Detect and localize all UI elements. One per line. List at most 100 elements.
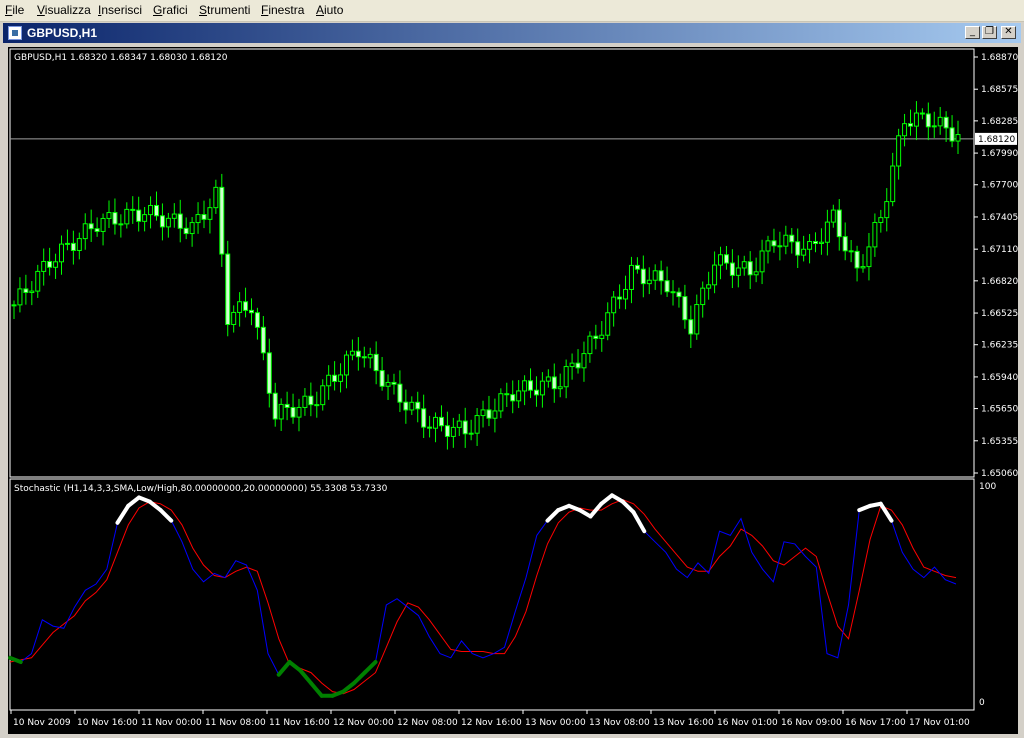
- candle-body: [349, 350, 355, 356]
- candle-body: [860, 266, 866, 269]
- candle-body: [213, 186, 219, 209]
- candle-body: [729, 262, 735, 276]
- candle-body: [433, 416, 439, 429]
- candle-body: [278, 403, 284, 420]
- candle-body: [248, 309, 254, 314]
- candle-body: [124, 208, 130, 225]
- candle-body: [88, 223, 94, 230]
- candle-body: [444, 425, 450, 437]
- candle-body: [70, 242, 76, 251]
- candle-body: [243, 301, 249, 311]
- candle-body: [29, 290, 35, 294]
- candle-body: [771, 240, 777, 247]
- candle-body: [219, 186, 225, 255]
- chart-window: GBPUSD,H1 _ ❐ ✕ GBPUSD,H1 1.68320 1.6834…: [0, 23, 1024, 734]
- chart-area[interactable]: GBPUSD,H1 1.68320 1.68347 1.68030 1.6812…: [8, 47, 1018, 734]
- candle-body: [492, 410, 498, 419]
- indicator-scale-max: 100: [979, 482, 996, 492]
- candle-body: [836, 209, 842, 238]
- time-label: 12 Nov 08:00: [397, 718, 458, 728]
- menu-file[interactable]: File: [5, 3, 24, 17]
- candle-body: [818, 241, 824, 244]
- price-label: 1.68870: [981, 53, 1018, 63]
- candle-body: [17, 288, 23, 306]
- candle-body: [290, 406, 296, 418]
- candle-body: [510, 394, 516, 402]
- time-label: 11 Nov 08:00: [205, 718, 266, 728]
- window-titlebar[interactable]: GBPUSD,H1 _ ❐ ✕: [3, 23, 1021, 43]
- restore-icon[interactable]: ❐: [982, 26, 997, 39]
- candle-body: [468, 432, 474, 435]
- candle-body: [640, 268, 646, 285]
- menu-visualizza[interactable]: Visualizza: [37, 3, 91, 17]
- current-price-label: 1.68120: [978, 135, 1015, 145]
- candle-body: [955, 134, 961, 142]
- candle-body: [438, 416, 444, 427]
- candle-body: [646, 279, 652, 285]
- candle-body: [783, 234, 789, 247]
- candle-body: [314, 404, 320, 407]
- candle-body: [159, 215, 165, 228]
- price-label: 1.67405: [981, 213, 1018, 223]
- time-label: 16 Nov 17:00: [845, 718, 906, 728]
- candle-body: [338, 374, 344, 382]
- price-label: 1.65060: [981, 469, 1018, 479]
- candle-body: [450, 426, 456, 437]
- menu-finestra[interactable]: Finestra: [261, 3, 304, 17]
- candle-body: [320, 385, 326, 406]
- candle-body: [148, 204, 154, 216]
- candle-body: [854, 250, 860, 269]
- candle-body: [949, 127, 955, 142]
- candle-body: [557, 386, 563, 390]
- candle-body: [664, 280, 670, 293]
- candle-body: [41, 260, 47, 272]
- candle-body: [367, 353, 373, 359]
- candle-body: [82, 223, 88, 240]
- candle-body: [201, 214, 207, 220]
- candle-body: [878, 217, 884, 223]
- menu-inserisci[interactable]: Inserisci: [98, 3, 142, 17]
- price-label: 1.66525: [981, 309, 1018, 319]
- time-label: 11 Nov 16:00: [269, 718, 330, 728]
- candle-body: [830, 209, 836, 223]
- minimize-icon[interactable]: _: [965, 26, 980, 39]
- time-label: 16 Nov 01:00: [717, 718, 778, 728]
- candle-body: [925, 113, 931, 128]
- time-label: 10 Nov 2009: [13, 718, 71, 728]
- candle-body: [801, 248, 807, 256]
- candle-body: [260, 326, 266, 354]
- menu-grafici[interactable]: Grafici: [153, 3, 188, 17]
- time-label: 13 Nov 00:00: [525, 718, 586, 728]
- candle-body: [112, 212, 118, 225]
- price-label: 1.67990: [981, 149, 1018, 159]
- candle-body: [254, 312, 260, 328]
- chart-canvas[interactable]: GBPUSD,H1 1.68320 1.68347 1.68030 1.6812…: [8, 47, 1018, 734]
- candle-body: [611, 296, 617, 314]
- candle-body: [682, 296, 688, 321]
- candle-body: [759, 250, 765, 273]
- candle-body: [539, 380, 545, 396]
- candle-body: [706, 284, 712, 289]
- close-icon[interactable]: ✕: [1001, 26, 1016, 39]
- time-label: 11 Nov 00:00: [141, 718, 202, 728]
- candle-body: [385, 381, 391, 387]
- candle-body: [599, 334, 605, 339]
- candle-body: [153, 204, 159, 217]
- candle-body: [106, 212, 112, 219]
- candle-body: [581, 353, 587, 369]
- menu-aiuto[interactable]: Aiuto: [316, 3, 343, 17]
- price-label: 1.65650: [981, 405, 1018, 415]
- candle-body: [373, 353, 379, 372]
- menu-strumenti[interactable]: Strumenti: [199, 3, 250, 17]
- candle-body: [943, 116, 949, 129]
- candle-body: [872, 221, 878, 248]
- candle-body: [272, 392, 278, 420]
- candle-body: [700, 287, 706, 306]
- candle-body: [789, 234, 795, 243]
- candle-body: [207, 207, 213, 220]
- candle-body: [670, 291, 676, 294]
- candle-body: [575, 362, 581, 369]
- candle-body: [308, 395, 314, 406]
- candle-body: [807, 241, 813, 250]
- candle-body: [397, 383, 403, 403]
